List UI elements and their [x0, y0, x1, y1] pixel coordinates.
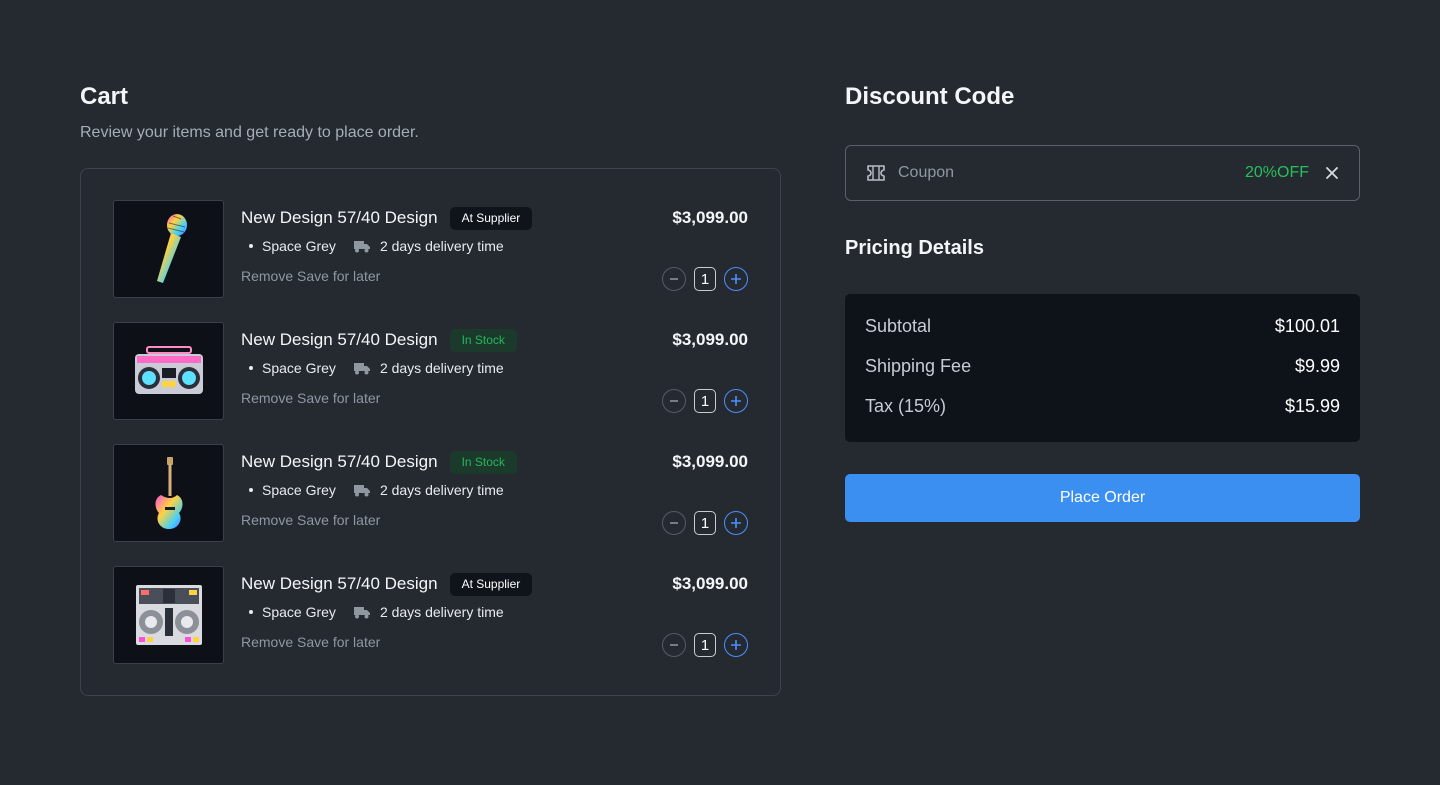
quantity-stepper: 1	[662, 389, 748, 413]
cart-item: New Design 57/40 Design In Stock Space G…	[113, 322, 748, 420]
item-price: $3,099.00	[672, 452, 748, 471]
close-icon	[1326, 167, 1338, 179]
remove-link[interactable]: Remove	[241, 390, 293, 406]
quantity-stepper: 1	[662, 511, 748, 535]
quantity-stepper: 1	[662, 267, 748, 291]
bullet-icon	[249, 610, 253, 614]
minus-icon	[670, 278, 678, 280]
minus-icon	[670, 644, 678, 646]
availability-badge: In Stock	[449, 450, 517, 474]
coupon-input[interactable]	[898, 164, 1245, 182]
truck-icon	[353, 483, 371, 497]
decrease-quantity-button[interactable]	[662, 633, 686, 657]
item-price: $3,099.00	[672, 330, 748, 349]
product-image-boombox[interactable]	[113, 322, 224, 420]
truck-icon	[353, 605, 371, 619]
plus-icon	[731, 396, 741, 406]
remove-link[interactable]: Remove	[241, 512, 293, 528]
pricing-value: $9.99	[1294, 356, 1340, 376]
applied-discount: 20%OFF	[1244, 164, 1309, 181]
save-for-later-link[interactable]: Save for later	[297, 268, 380, 284]
bullet-icon	[249, 488, 253, 492]
cart-item: New Design 57/40 Design In Stock Space G…	[113, 444, 748, 542]
truck-icon	[353, 239, 371, 253]
delivery-time: 2 days delivery time	[379, 360, 504, 376]
delivery-time: 2 days delivery time	[379, 482, 504, 498]
cart-items-list: New Design 57/40 Design At Supplier Spac…	[80, 168, 781, 696]
plus-icon	[731, 640, 741, 650]
increase-quantity-button[interactable]	[724, 267, 748, 291]
remove-link[interactable]: Remove	[241, 268, 293, 284]
product-image-microphone[interactable]	[113, 200, 224, 298]
save-for-later-link[interactable]: Save for later	[297, 390, 380, 406]
quantity-value[interactable]: 1	[694, 267, 716, 291]
item-name: New Design 57/40 Design	[241, 208, 438, 227]
increase-quantity-button[interactable]	[724, 633, 748, 657]
item-color: Space Grey	[262, 238, 336, 254]
pricing-value: $15.99	[1284, 396, 1340, 416]
quantity-value[interactable]: 1	[694, 389, 716, 413]
pricing-row-tax: Tax (15%) $15.99	[865, 396, 1340, 420]
pricing-label: Tax (15%)	[865, 396, 947, 416]
pricing-details: Subtotal $100.01 Shipping Fee $9.99 Tax …	[845, 294, 1360, 442]
decrease-quantity-button[interactable]	[662, 511, 686, 535]
availability-badge: At Supplier	[449, 572, 533, 596]
save-for-later-link[interactable]: Save for later	[297, 634, 380, 650]
pricing-row-subtotal: Subtotal $100.01	[865, 316, 1340, 340]
item-color: Space Grey	[262, 604, 336, 620]
increase-quantity-button[interactable]	[724, 511, 748, 535]
plus-icon	[731, 274, 741, 284]
pricing-value: $100.01	[1274, 316, 1340, 336]
quantity-stepper: 1	[662, 633, 748, 657]
quantity-value[interactable]: 1	[694, 633, 716, 657]
remove-link[interactable]: Remove	[241, 634, 293, 650]
pricing-title: Pricing Details	[845, 237, 984, 259]
pricing-label: Shipping Fee	[865, 356, 972, 376]
coupon-icon	[866, 164, 886, 182]
place-order-button[interactable]: Place Order	[845, 474, 1360, 522]
availability-badge: In Stock	[449, 328, 517, 352]
truck-icon	[353, 361, 371, 375]
item-color: Space Grey	[262, 482, 336, 498]
product-image-dj-controller[interactable]	[113, 566, 224, 664]
minus-icon	[670, 522, 678, 524]
increase-quantity-button[interactable]	[724, 389, 748, 413]
coupon-field: 20%OFF	[845, 145, 1360, 201]
pricing-label: Subtotal	[865, 316, 932, 336]
availability-badge: At Supplier	[449, 206, 533, 230]
product-image-guitar[interactable]	[113, 444, 224, 542]
cart-section: Cart Review your items and get ready to …	[80, 83, 781, 696]
item-price: $3,099.00	[672, 574, 748, 593]
decrease-quantity-button[interactable]	[662, 267, 686, 291]
remove-coupon-button[interactable]	[1325, 166, 1339, 180]
decrease-quantity-button[interactable]	[662, 389, 686, 413]
bullet-icon	[249, 366, 253, 370]
cart-item: New Design 57/40 Design At Supplier Spac…	[113, 200, 748, 298]
item-name: New Design 57/40 Design	[241, 452, 438, 471]
pricing-row-shipping: Shipping Fee $9.99	[865, 356, 1340, 380]
discount-title: Discount Code	[845, 83, 1015, 110]
cart-title: Cart	[80, 83, 129, 110]
minus-icon	[670, 400, 678, 402]
plus-icon	[731, 518, 741, 528]
delivery-time: 2 days delivery time	[379, 604, 504, 620]
cart-item: New Design 57/40 Design At Supplier Spac…	[113, 566, 748, 664]
item-price: $3,099.00	[672, 208, 748, 227]
cart-subtitle: Review your items and get ready to place…	[80, 124, 419, 141]
item-color: Space Grey	[262, 360, 336, 376]
quantity-value[interactable]: 1	[694, 511, 716, 535]
item-name: New Design 57/40 Design	[241, 574, 438, 593]
delivery-time: 2 days delivery time	[379, 238, 504, 254]
checkout-section: Discount Code 20%OFF Pricing Details Sub…	[845, 83, 1360, 522]
bullet-icon	[249, 244, 253, 248]
item-name: New Design 57/40 Design	[241, 330, 438, 349]
save-for-later-link[interactable]: Save for later	[297, 512, 380, 528]
